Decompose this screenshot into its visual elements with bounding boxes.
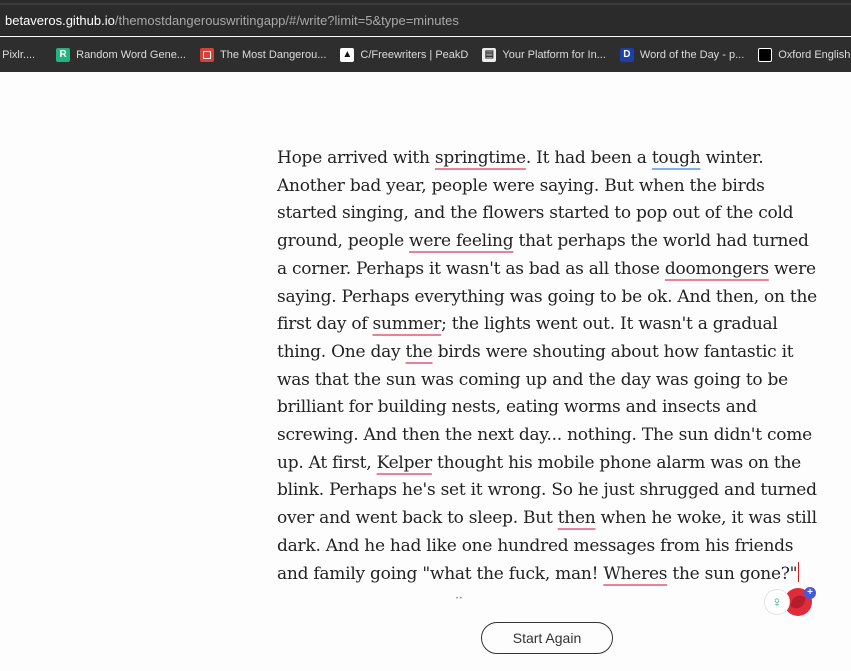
- bookmark-oxford[interactable]: Oxford English D: [758, 47, 851, 62]
- bookmark-label: The Most Dangerou...: [219, 48, 327, 61]
- tab-edge: [0, 0, 851, 3]
- red-square-favicon-icon: [199, 47, 214, 62]
- spelling-flagged-word: were feeling: [409, 231, 514, 252]
- bookmark-label: Your Platform for In...: [502, 48, 606, 61]
- spelling-flagged-word: doomongers: [664, 258, 769, 279]
- text-run: . It had been a: [525, 148, 652, 168]
- url-path: /themostdangerouswritingapp/#/write?limi…: [114, 12, 459, 28]
- bookmark-label: : Pixlr....: [0, 48, 36, 61]
- bookmark-label: Word of the Day - p...: [639, 48, 745, 61]
- text-run: Hope arrived with: [277, 148, 435, 168]
- bookmark-pixlr[interactable]: : Pixlr....: [0, 49, 35, 61]
- start-again-button[interactable]: Start Again: [481, 622, 613, 654]
- bookmark-most-dangerous[interactable]: The Most Dangerou...: [199, 47, 327, 62]
- peakd-favicon-icon: ▲: [340, 47, 355, 62]
- caret-indicator: • •: [456, 596, 462, 602]
- plus-icon[interactable]: +: [804, 587, 816, 599]
- spelling-flagged-word: Wheres: [603, 563, 668, 584]
- bookmark-freewriters[interactable]: ▲ C/Freewriters | PeakD: [340, 47, 469, 62]
- spelling-flagged-word: Kelper: [376, 452, 433, 473]
- grammar-assistant-widget[interactable]: ♀ +: [764, 587, 816, 617]
- spelling-flagged-word: springtime: [434, 148, 526, 168]
- spelling-flagged-word: summer: [372, 314, 442, 335]
- bookmark-label: Oxford English D: [778, 48, 851, 61]
- bookmark-your-platform[interactable]: ▤ Your Platform for In...: [482, 47, 606, 62]
- b-favicon-icon: ▤: [482, 47, 497, 62]
- d-favicon-icon: D: [619, 47, 634, 62]
- url-host: betaveros.github.io: [5, 12, 115, 28]
- address-bar[interactable]: betaveros.github.io/themostdangerouswrit…: [0, 5, 851, 36]
- page-content: Hope arrived with springtime. It had bee…: [0, 72, 851, 671]
- oxford-favicon-icon: [758, 47, 773, 62]
- grammar-flagged-word: tough: [651, 148, 701, 168]
- text-caret: [798, 561, 800, 582]
- lightbulb-icon[interactable]: ♀: [764, 589, 790, 615]
- bookmark-label: Random Word Gene...: [76, 48, 186, 61]
- r-favicon-icon: R: [56, 47, 71, 62]
- bookmark-word-of-day[interactable]: D Word of the Day - p...: [619, 47, 745, 62]
- bookmark-random-word[interactable]: R Random Word Gene...: [56, 47, 186, 62]
- bookmark-label: C/Freewriters | PeakD: [360, 48, 469, 61]
- writing-editor[interactable]: Hope arrived with springtime. It had bee…: [277, 145, 817, 588]
- spelling-flagged-word: the: [405, 341, 433, 362]
- bookmarks-bar: : Pixlr.... R Random Word Gene... The Mo…: [0, 37, 851, 72]
- text-run: the sun gone?": [667, 563, 798, 584]
- spelling-flagged-word: then: [557, 508, 596, 529]
